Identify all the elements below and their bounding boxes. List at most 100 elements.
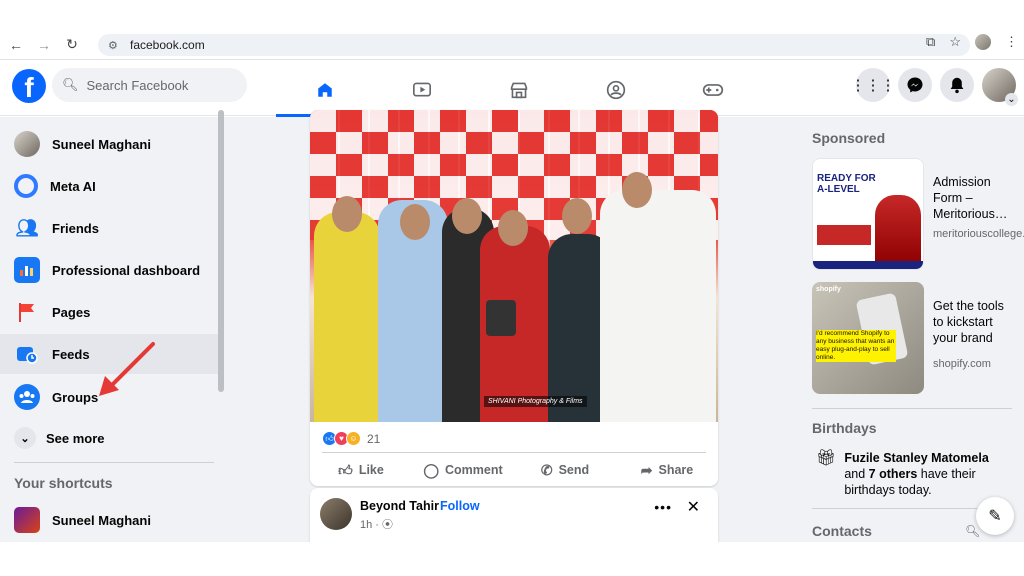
- send-button[interactable]: ✆ Send: [514, 454, 616, 486]
- author-avatar[interactable]: [320, 498, 352, 530]
- post-photo[interactable]: SHIVANI Photography & Films: [310, 110, 718, 422]
- birthday-text: Fuzile Stanley Matomela and 7 others hav…: [844, 450, 1012, 498]
- share-button[interactable]: ➦ Share: [616, 454, 718, 486]
- birthday-and: and: [844, 467, 869, 481]
- birthday-others: 7 others: [868, 467, 918, 481]
- account-avatar[interactable]: [982, 68, 1018, 106]
- birthdays-heading: Birthdays: [812, 420, 877, 436]
- profile-avatar: [14, 131, 40, 157]
- feed-post: SHIVANI Photography & Films 👍︎ ♥ ☺ 21 👍︎…: [310, 110, 718, 486]
- sidebar-item-label: Feeds: [52, 346, 90, 362]
- browser-toolbar: ← → ↻ ⚙ facebook.com ⧉ ☆ ⋮: [0, 30, 1024, 60]
- search-icon: 🔍︎: [62, 77, 79, 92]
- menu-grid-button[interactable]: ⋮⋮⋮: [851, 68, 896, 102]
- contacts-heading: Contacts: [812, 523, 872, 539]
- birthday-notice[interactable]: 🎁︎ Fuzile Stanley Matomela and 7 others …: [816, 450, 1012, 498]
- compose-icon: ✎: [988, 508, 1002, 525]
- send-label: Send: [558, 463, 590, 477]
- search-input[interactable]: 🔍︎ Search Facebook: [52, 68, 247, 102]
- shortcut-item[interactable]: Suneel Maghani: [8, 500, 214, 540]
- sidebar-item-label: Pages: [52, 304, 91, 320]
- tab-gaming[interactable]: [664, 64, 761, 116]
- sponsored-ad[interactable]: shopify I'd recommend Shopify to any bus…: [812, 282, 1012, 394]
- reactions-summary[interactable]: 👍︎ ♥ ☺ 21: [322, 431, 380, 446]
- more-options-icon[interactable]: •••: [654, 499, 672, 515]
- facebook-logo[interactable]: f: [12, 69, 46, 103]
- share-label: Share: [658, 463, 694, 477]
- url-text: facebook.com: [130, 38, 205, 52]
- shortcut-avatar: [14, 507, 40, 533]
- sidebar-item-label: Professional dashboard: [52, 262, 201, 278]
- sidebar-item-meta-ai[interactable]: Meta AI: [8, 166, 214, 206]
- comment-icon: ◯: [423, 461, 439, 478]
- follow-button[interactable]: Follow: [440, 499, 480, 513]
- person-head: [562, 198, 592, 234]
- ad-image: shopify I'd recommend Shopify to any bus…: [812, 282, 924, 394]
- close-icon[interactable]: ✕: [687, 497, 700, 517]
- ad-image-footer: [813, 261, 923, 269]
- person-head: [400, 204, 430, 240]
- sidebar-item-label: Meta AI: [50, 178, 96, 194]
- person-head: [622, 172, 652, 208]
- groups-icon: [14, 384, 40, 410]
- tab-groups[interactable]: [567, 64, 664, 116]
- sidebar-item-pages[interactable]: Pages: [8, 292, 214, 332]
- see-more-button[interactable]: ⌄ See more: [8, 418, 214, 458]
- shortcuts-heading: Your shortcuts: [14, 475, 113, 491]
- forward-icon[interactable]: →: [32, 33, 56, 57]
- marketplace-icon: [510, 82, 527, 99]
- ad-image-quote: I'd recommend Shopify to any business th…: [816, 330, 896, 362]
- shopify-logo: shopify: [816, 286, 841, 293]
- comment-button[interactable]: ◯ Comment: [412, 454, 514, 486]
- like-button[interactable]: 👍︎ Like: [310, 454, 412, 486]
- post-time: 1h · ⦿: [360, 519, 394, 531]
- birthday-person: Fuzile Stanley Matomela: [844, 451, 989, 465]
- person-head: [498, 210, 528, 246]
- browser-menu-icon[interactable]: ⋮: [1005, 34, 1018, 50]
- sidebar-item-professional-dashboard[interactable]: Professional dashboard: [8, 250, 214, 290]
- sidebar-item-label: Groups: [52, 389, 99, 405]
- post-divider: [322, 452, 706, 453]
- notifications-button[interactable]: [940, 68, 974, 102]
- share-icon: ➦: [640, 461, 653, 478]
- sponsored-ad[interactable]: READY FOR A-LEVEL Admission Form – Merit…: [812, 158, 1024, 270]
- thumbs-up-icon: 👍︎: [338, 461, 353, 478]
- sidebar-item-friends[interactable]: 👥︎ Friends: [8, 208, 214, 248]
- ad-title: Admission Form – Meritorious…: [933, 175, 1008, 221]
- ad-title: Get the tools to kickstart your brand: [933, 299, 1004, 345]
- home-icon: [317, 83, 332, 97]
- author-name[interactable]: Beyond Tahir: [360, 499, 439, 513]
- reload-icon[interactable]: ↻: [60, 33, 84, 57]
- tab-home[interactable]: [276, 64, 373, 117]
- facebook-header: f 🔍︎ Search Facebook ⋮⋮⋮: [0, 64, 1024, 117]
- person-head: [332, 196, 362, 232]
- messenger-button[interactable]: [898, 68, 932, 102]
- haha-reaction-icon: ☺: [346, 431, 361, 446]
- grid-icon: ⋮⋮⋮: [850, 77, 896, 94]
- browser-profile-avatar[interactable]: [975, 34, 991, 50]
- person-head: [452, 198, 482, 234]
- sidebar-item-label: Suneel Maghani: [52, 136, 151, 152]
- trophy-award: [486, 300, 516, 336]
- right-divider: [812, 408, 1012, 409]
- pages-flag-icon: [14, 299, 40, 325]
- install-app-icon[interactable]: ⧉: [926, 34, 935, 50]
- like-label: Like: [358, 463, 384, 477]
- site-info-icon[interactable]: ⚙: [108, 39, 122, 52]
- whatsapp-icon: ✆: [540, 461, 553, 478]
- ad-image: READY FOR A-LEVEL: [812, 158, 924, 270]
- back-icon[interactable]: ←: [4, 33, 28, 57]
- tab-video[interactable]: [373, 64, 470, 116]
- sidebar-item-profile[interactable]: Suneel Maghani: [8, 124, 214, 164]
- tab-marketplace[interactable]: [470, 64, 567, 116]
- photo-watermark: SHIVANI Photography & Films: [484, 396, 587, 407]
- red-arrow-annotation: [99, 342, 155, 396]
- gift-icon: 🎁︎: [816, 450, 837, 467]
- sidebar-scrollbar[interactable]: [218, 110, 224, 392]
- bookmark-star-icon[interactable]: ☆: [949, 34, 961, 50]
- ad-image-person: [875, 195, 921, 265]
- ad-domain: meritoriouscollege.com: [933, 228, 1024, 240]
- shortcut-label: Suneel Maghani: [52, 512, 151, 528]
- new-message-button[interactable]: ✎: [976, 497, 1014, 535]
- address-bar[interactable]: ⚙ facebook.com: [98, 34, 970, 56]
